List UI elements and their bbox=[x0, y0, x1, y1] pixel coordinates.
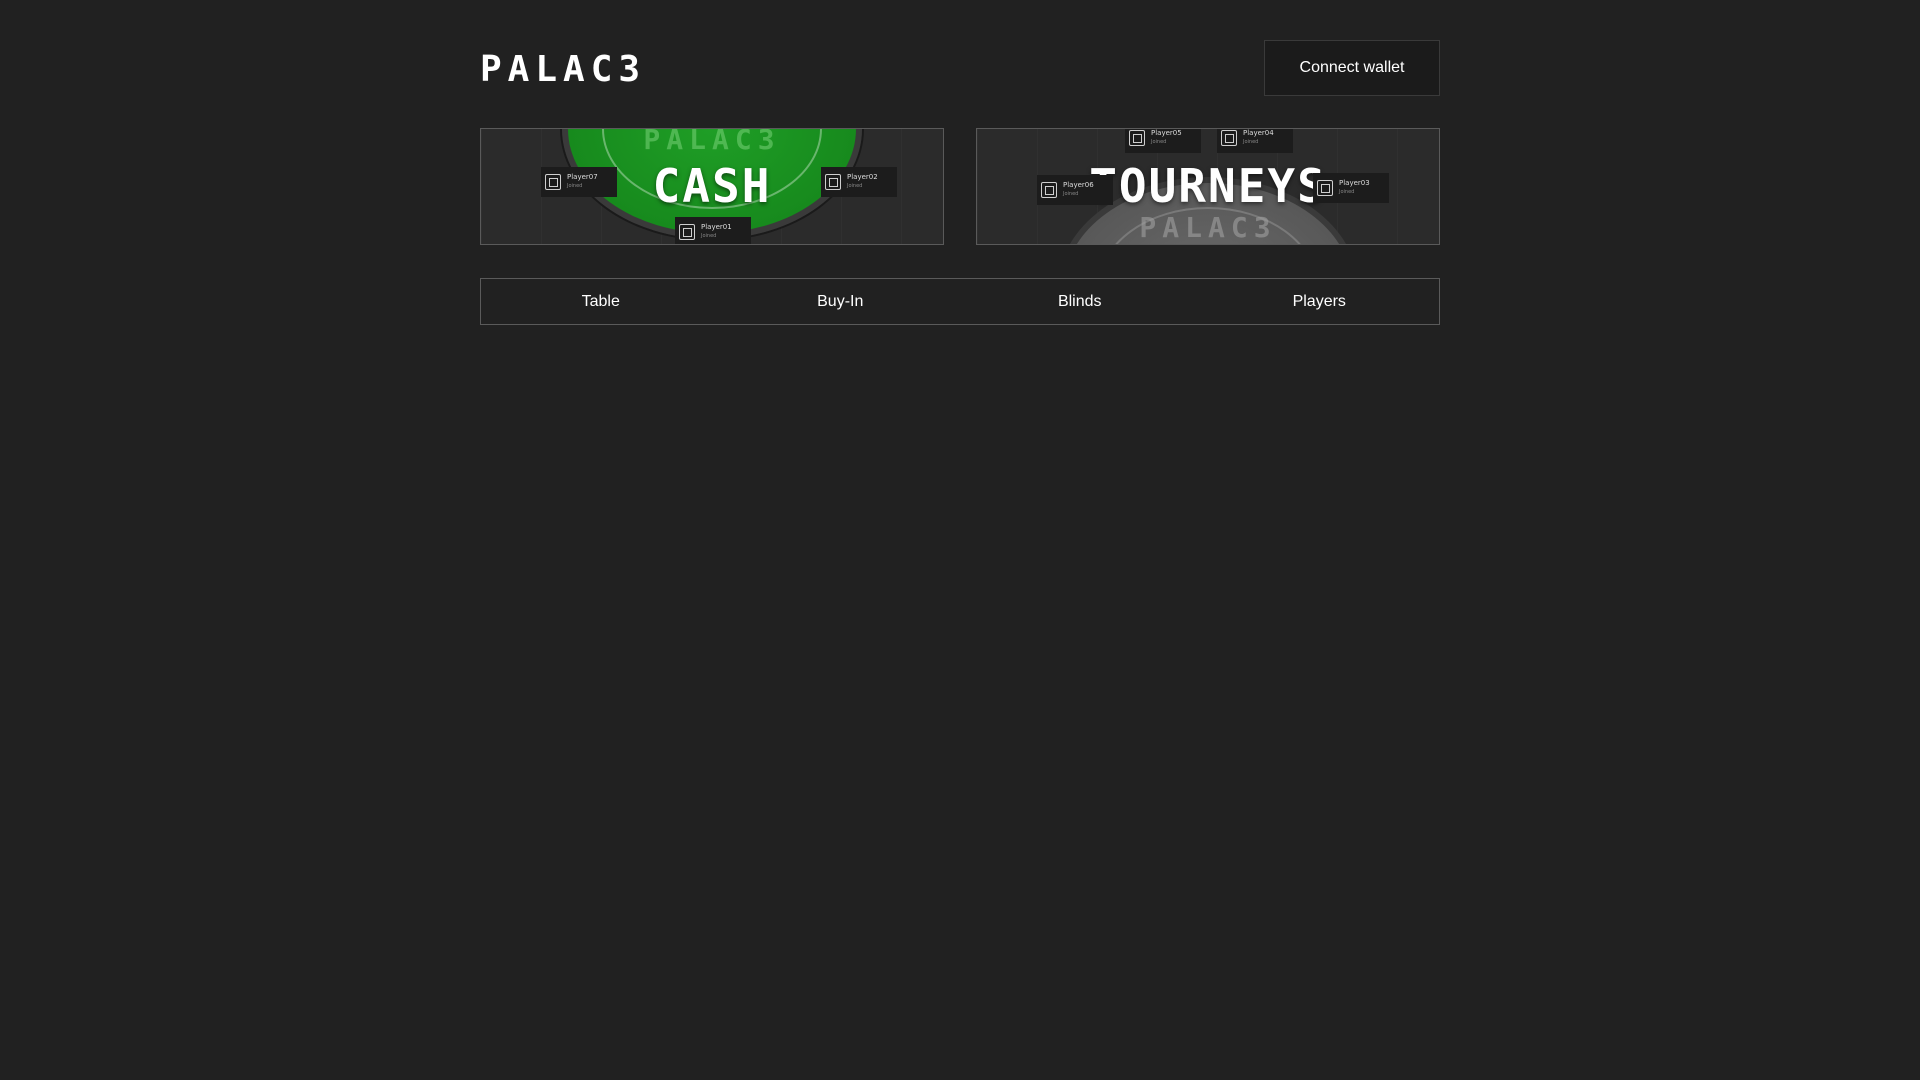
game-type-banners: PALAC3 CASH Player07 Joined Player02 Joi… bbox=[480, 128, 1440, 245]
tourneys-banner[interactable]: PALAC3 TOURNEYS Player05 Joined Player04… bbox=[976, 128, 1440, 245]
player-status: Joined bbox=[1151, 139, 1167, 145]
player-name: Player05 bbox=[1151, 129, 1182, 137]
banner-watermark: PALAC3 bbox=[1139, 211, 1277, 244]
player-name: Player04 bbox=[1243, 129, 1274, 137]
player-seat: Player02 Joined bbox=[821, 167, 897, 197]
player-cube-icon bbox=[1129, 130, 1145, 146]
player-status: Joined bbox=[1339, 189, 1355, 195]
table-list-header: Table Buy-In Blinds Players bbox=[480, 278, 1440, 325]
palace-logo[interactable]: PALAC3 bbox=[480, 50, 646, 90]
cash-banner[interactable]: PALAC3 CASH Player07 Joined Player02 Joi… bbox=[480, 128, 944, 245]
player-name: Player06 bbox=[1063, 181, 1094, 189]
player-name: Player03 bbox=[1339, 179, 1370, 187]
player-cube-icon bbox=[1041, 182, 1057, 198]
player-name: Player02 bbox=[847, 173, 878, 181]
column-header-blinds[interactable]: Blinds bbox=[960, 293, 1200, 311]
player-seat: Player03 Joined bbox=[1313, 173, 1389, 203]
player-cube-icon bbox=[1221, 130, 1237, 146]
player-status: Joined bbox=[1063, 191, 1079, 197]
column-header-buy-in[interactable]: Buy-In bbox=[721, 293, 961, 311]
player-status: Joined bbox=[701, 233, 717, 239]
column-header-players[interactable]: Players bbox=[1200, 293, 1440, 311]
player-name: Player07 bbox=[567, 173, 598, 181]
player-cube-icon bbox=[1317, 180, 1333, 196]
player-seat: Player07 Joined bbox=[541, 167, 617, 197]
player-seat: Player05 Joined bbox=[1125, 129, 1201, 153]
player-status: Joined bbox=[847, 183, 863, 189]
banner-watermark: PALAC3 bbox=[643, 128, 781, 156]
player-status: Joined bbox=[567, 183, 583, 189]
connect-wallet-button[interactable]: Connect wallet bbox=[1264, 40, 1440, 96]
player-cube-icon bbox=[825, 174, 841, 190]
tourneys-title: TOURNEYS bbox=[1089, 159, 1327, 213]
player-name: Player01 bbox=[701, 223, 732, 231]
player-cube-icon bbox=[679, 224, 695, 240]
main-container: PALAC3 Connect wallet PALAC3 CASH Player… bbox=[480, 40, 1440, 325]
cash-title: CASH bbox=[652, 159, 772, 213]
player-seat: Player04 Joined bbox=[1217, 129, 1293, 153]
player-status: Joined bbox=[1243, 139, 1259, 145]
player-seat: Player01 Joined bbox=[675, 217, 751, 244]
player-seat: Player06 Joined bbox=[1037, 175, 1113, 205]
column-header-table[interactable]: Table bbox=[481, 293, 721, 311]
player-cube-icon bbox=[545, 174, 561, 190]
header: PALAC3 Connect wallet bbox=[480, 40, 1440, 96]
